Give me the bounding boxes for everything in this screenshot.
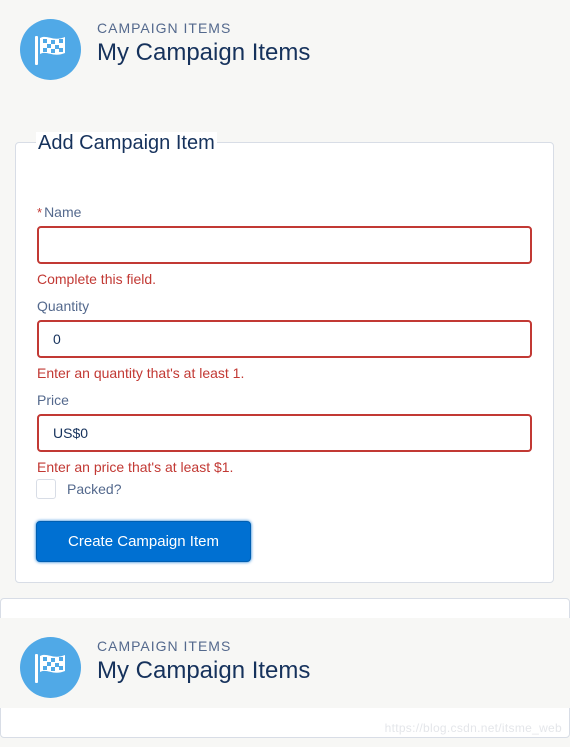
name-label: * Name [37, 204, 81, 220]
packed-checkbox[interactable] [36, 479, 56, 499]
page-header: CAMPAIGN ITEMS My Campaign Items [0, 0, 570, 90]
campaign-flag-icon [20, 19, 81, 80]
name-input[interactable] [37, 226, 532, 264]
price-input[interactable] [37, 414, 532, 452]
required-marker: * [37, 205, 43, 220]
quantity-label: Quantity [37, 298, 90, 314]
name-label-text: Name [44, 204, 82, 220]
name-error: Complete this field. [37, 271, 157, 287]
header-eyebrow: CAMPAIGN ITEMS [97, 20, 232, 36]
campaign-flag-icon [20, 637, 81, 698]
list-header-title: My Campaign Items [97, 657, 311, 684]
list-header: CAMPAIGN ITEMS My Campaign Items [0, 618, 570, 708]
add-campaign-item-card: Add Campaign Item * Name Complete this fi… [15, 132, 554, 583]
quantity-error: Enter an quantity that's at least 1. [37, 365, 245, 381]
packed-checkbox-row[interactable]: Packed? [36, 479, 121, 499]
price-error: Enter an price that's at least $1. [37, 459, 234, 475]
create-campaign-item-button[interactable]: Create Campaign Item [36, 521, 251, 562]
app-page: CAMPAIGN ITEMS My Campaign Items Add Cam… [0, 0, 570, 747]
list-header-eyebrow: CAMPAIGN ITEMS [97, 638, 232, 654]
quantity-input[interactable] [37, 320, 532, 358]
price-label: Price [37, 392, 69, 408]
card-title: Add Campaign Item [36, 132, 217, 155]
page-title: My Campaign Items [97, 39, 311, 66]
watermark: https://blog.csdn.net/itsme_web [384, 721, 562, 735]
packed-label: Packed? [67, 481, 122, 497]
